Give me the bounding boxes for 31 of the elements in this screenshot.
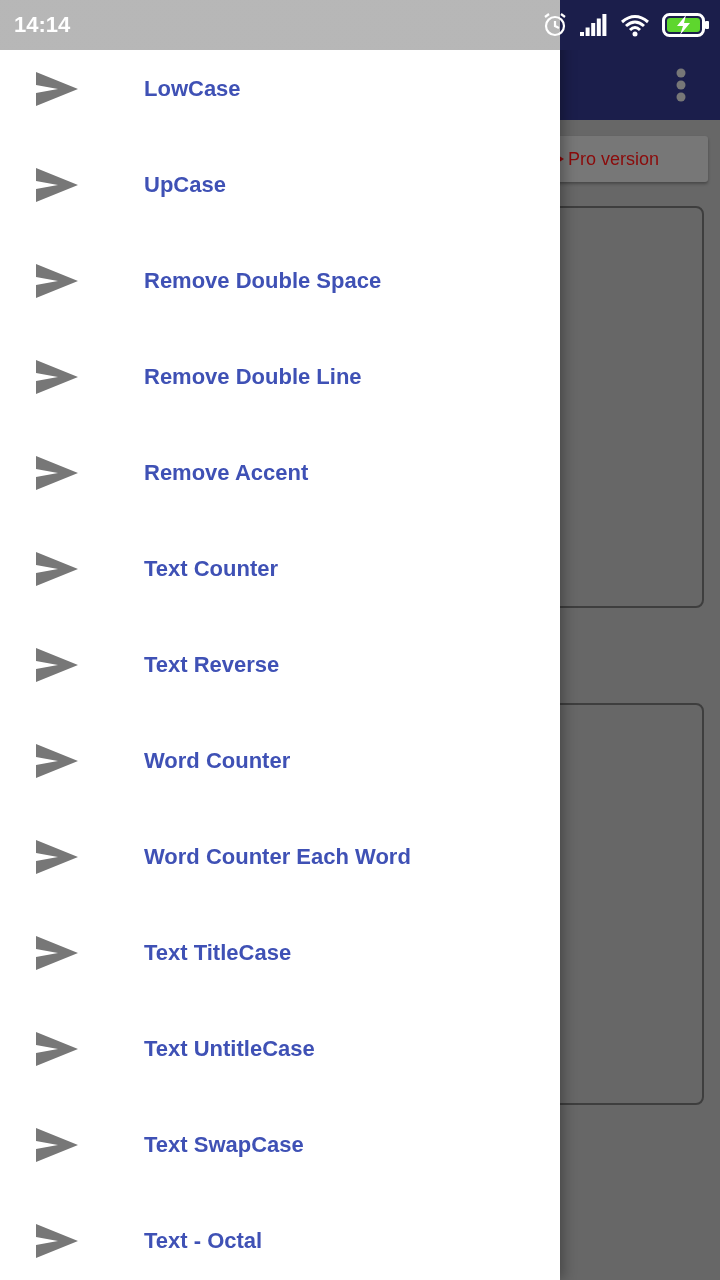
send-icon [36, 648, 78, 682]
send-icon [36, 936, 78, 970]
send-icon [36, 360, 78, 394]
menu-item[interactable]: Word Counter [0, 722, 560, 800]
menu-item[interactable]: Text - Octal [0, 1202, 560, 1280]
send-icon [36, 72, 78, 106]
menu-item[interactable]: Remove Double Space [0, 242, 560, 320]
menu-item[interactable]: Text Counter [0, 530, 560, 608]
menu-item[interactable]: Text Reverse [0, 626, 560, 704]
send-icon [36, 1032, 78, 1066]
menu-item[interactable]: Remove Double Line [0, 338, 560, 416]
send-icon [36, 552, 78, 586]
send-icon [36, 744, 78, 778]
menu-item[interactable]: Text TitleCase [0, 914, 560, 992]
send-icon [36, 840, 78, 874]
send-icon [36, 264, 78, 298]
send-icon [36, 168, 78, 202]
wifi-icon [620, 13, 650, 37]
more-icon[interactable] [676, 68, 686, 102]
menu-item[interactable]: Remove Accent [0, 434, 560, 512]
send-icon [36, 1224, 78, 1258]
battery-icon [662, 13, 710, 37]
menu-item[interactable]: Text UntitleCase [0, 1010, 560, 1088]
menu-item[interactable]: Word Counter Each Word [0, 818, 560, 896]
clock: 14:14 [14, 12, 71, 38]
menu-item[interactable]: LowCase [0, 50, 560, 128]
menu-item[interactable]: Text SwapCase [0, 1106, 560, 1184]
send-icon [36, 456, 78, 490]
alarm-icon [542, 12, 568, 38]
signal-icon [580, 14, 608, 36]
send-icon [36, 1128, 78, 1162]
